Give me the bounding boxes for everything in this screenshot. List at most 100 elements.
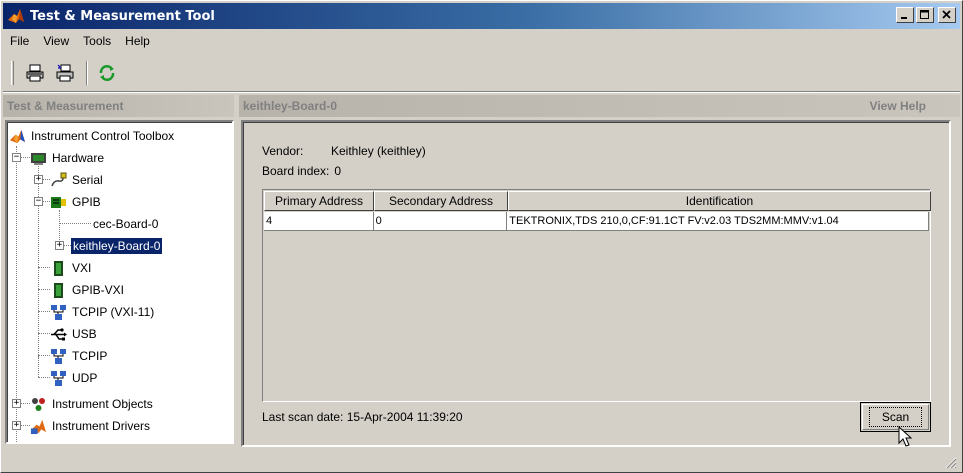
expander-serial[interactable]: + [34, 175, 43, 184]
mouse-cursor-icon [898, 426, 913, 447]
usb-icon [50, 326, 67, 343]
tree-item-gpib[interactable]: GPIB [50, 192, 103, 212]
tree-label: GPIB [72, 195, 101, 209]
tree-item-udp[interactable]: UDP [50, 368, 99, 388]
menu-view[interactable]: View [36, 34, 76, 48]
cell-primary-address: 4 [264, 212, 374, 231]
column-header-secondary-address[interactable]: Secondary Address [374, 191, 508, 211]
tree-item-vxi[interactable]: VXI [50, 258, 93, 278]
vendor-row: Vendor: Keithley (keithley) [262, 144, 426, 158]
menu-bar: File View Tools Help [3, 31, 157, 51]
network-icon [50, 370, 67, 387]
tree-item-instrument-control-toolbox[interactable]: Instrument Control Toolbox [9, 126, 176, 146]
refresh-icon [99, 65, 115, 81]
toolbar [3, 57, 960, 89]
tree-line [38, 333, 50, 334]
maximize-button[interactable] [916, 7, 934, 23]
vendor-value: Keithley (keithley) [331, 144, 426, 158]
tree-label: VXI [72, 261, 92, 275]
expander-instrument-objects[interactable]: + [12, 399, 21, 408]
tree-item-instrument-drivers[interactable]: Instrument Drivers [30, 416, 152, 436]
tree-label: TCPIP (VXI-11) [72, 305, 155, 319]
tree-item-tcpip[interactable]: TCPIP [50, 346, 109, 366]
board-details-panel: Vendor: Keithley (keithley) Board index:… [241, 120, 951, 447]
view-help-link[interactable]: View Help [870, 99, 926, 113]
tree-item-serial[interactable]: Serial [50, 170, 105, 190]
drivers-icon [30, 418, 47, 435]
tree-line [38, 377, 50, 378]
tree-pane[interactable]: − + − + + + Instrument Control Toolbox H… [5, 120, 234, 444]
matlab-icon [8, 9, 24, 23]
minimize-button[interactable] [896, 7, 914, 23]
board-index-row: Board index: 0 [262, 164, 341, 178]
refresh-button[interactable] [94, 60, 120, 86]
tree-item-tcpip-vxi-11[interactable]: TCPIP (VXI-11) [50, 302, 156, 322]
instrument-table[interactable]: Primary Address Secondary Address Identi… [262, 189, 931, 402]
tree-item-usb[interactable]: USB [50, 324, 99, 344]
cell-identification: TEKTRONIX,TDS 210,0,CF:91.1CT FV:v2.03 T… [507, 212, 929, 231]
vendor-label: Vendor: [262, 144, 304, 158]
close-button[interactable] [938, 7, 956, 23]
menu-file[interactable]: File [3, 34, 36, 48]
minimize-icon [901, 17, 907, 19]
serial-icon [50, 172, 67, 189]
expander-gpib[interactable]: − [34, 197, 43, 206]
gpib-icon [50, 194, 67, 211]
tree-label: TCPIP [72, 349, 108, 363]
matlab-icon [9, 128, 26, 145]
status-bar [3, 451, 960, 471]
network-icon [50, 304, 67, 321]
tree-item-cec-board-0[interactable]: cec-Board-0 [91, 214, 160, 234]
pane-splitter[interactable] [236, 95, 240, 447]
scan-button-face: Scan [862, 404, 929, 430]
tree-line [38, 311, 50, 312]
last-scan-date: Last scan date: 15-Apr-2004 11:39:20 [262, 410, 463, 424]
board-index-label: Board index: [262, 164, 330, 178]
tree-label: USB [72, 327, 97, 341]
main-window: Test & Measurement Tool File View Tools … [0, 0, 963, 473]
tree-line [38, 267, 50, 268]
expander-keithley-board[interactable]: + [55, 241, 64, 250]
tree-item-keithley-board-0[interactable]: keithley-Board-0 [71, 236, 163, 256]
column-header-primary-address[interactable]: Primary Address [264, 191, 374, 211]
print-preview-button[interactable] [52, 60, 78, 86]
tree-label: Instrument Objects [52, 397, 153, 411]
menu-help[interactable]: Help [118, 34, 157, 48]
print-preview-icon [56, 64, 74, 82]
tree-label: UDP [72, 371, 98, 385]
table-row[interactable]: 4 0 TEKTRONIX,TDS 210,0,CF:91.1CT FV:v2.… [264, 212, 929, 231]
instrument-tree: − + − + + + Instrument Control Toolbox H… [7, 122, 232, 442]
menu-tools[interactable]: Tools [76, 34, 118, 48]
objects-icon [30, 396, 47, 413]
tree-item-instrument-objects[interactable]: Instrument Objects [30, 394, 155, 414]
tree-item-gpib-vxi[interactable]: GPIB-VXI [50, 280, 126, 300]
table-header: Primary Address Secondary Address Identi… [264, 191, 931, 211]
maximize-icon [920, 10, 929, 19]
tree-line [38, 166, 39, 357]
left-pane-header: Test & Measurement [3, 95, 234, 117]
board-index-value: 0 [334, 164, 342, 178]
hardware-icon [30, 150, 47, 167]
gpib-vxi-icon [50, 282, 67, 299]
tree-label: Serial [72, 173, 103, 187]
network-icon [50, 348, 67, 365]
column-header-identification[interactable]: Identification [508, 191, 931, 211]
toolbar-grip[interactable] [11, 61, 14, 85]
right-pane-title: keithley-Board-0 [243, 99, 338, 113]
scan-button[interactable]: Scan [860, 402, 931, 432]
tree-line [59, 223, 91, 224]
tree-item-hardware[interactable]: Hardware [30, 148, 106, 168]
tree-label: cec-Board-0 [93, 217, 159, 231]
table-body: 4 0 TEKTRONIX,TDS 210,0,CF:91.1CT FV:v2.… [264, 212, 929, 231]
print-button[interactable] [22, 60, 48, 86]
tree-label: GPIB-VXI [72, 283, 125, 297]
vxi-icon [50, 260, 67, 277]
expander-hardware[interactable]: − [12, 153, 21, 162]
close-icon [942, 10, 951, 19]
title-bar[interactable]: Test & Measurement Tool [3, 3, 960, 29]
expander-instrument-drivers[interactable]: + [12, 421, 21, 430]
right-pane-header: keithley-Board-0 View Help [239, 95, 960, 117]
tree-label: keithley-Board-0 [71, 238, 163, 254]
cell-secondary-address: 0 [373, 212, 508, 231]
resize-grip-icon[interactable] [943, 455, 957, 469]
